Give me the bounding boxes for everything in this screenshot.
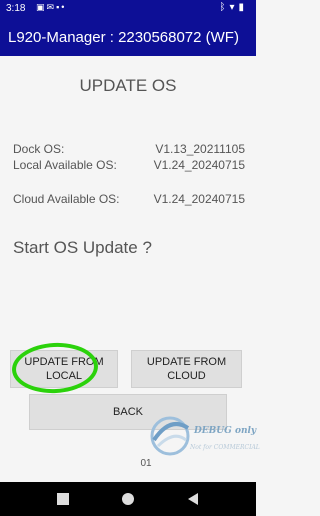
page-number: 01 xyxy=(140,458,152,469)
dock-os-row: Dock OS: V1.13_20211105 xyxy=(13,142,245,158)
system-icons: ᛒ▾▮ xyxy=(219,2,248,13)
page-title: UPDATE OS xyxy=(79,76,177,95)
watermark-text: DEBUG only xyxy=(194,426,257,436)
dock-os-value: V1.13_20211105 xyxy=(155,142,245,156)
dock-os-label: Dock OS: xyxy=(13,142,65,156)
status-bar: 3:18 ▣✉▪• ᛒ▾▮ xyxy=(0,0,256,20)
app-title: L920-Manager : 2230568072 (WF) xyxy=(8,29,239,46)
local-os-row: Local Available OS: V1.24_20240715 xyxy=(13,158,245,174)
notification-icons: ▣✉▪• xyxy=(36,2,66,13)
update-prompt: Start OS Update ? xyxy=(13,238,152,257)
mail-icon: ✉ xyxy=(46,2,57,12)
cloud-os-value: V1.24_20240715 xyxy=(153,192,245,206)
debug-watermark: DEBUG only Not for COMMERCIAL xyxy=(144,410,260,458)
update-from-cloud-button[interactable]: UPDATE FROM CLOUD xyxy=(131,350,242,388)
home-icon[interactable] xyxy=(121,492,135,506)
app-bar: L920-Manager : 2230568072 (WF) xyxy=(0,20,256,56)
bluetooth-icon: ᛒ xyxy=(219,2,230,13)
status-time: 3:18 xyxy=(6,3,26,14)
watermark-subtext: Not for COMMERCIAL xyxy=(190,444,260,451)
navigation-bar xyxy=(0,482,256,516)
local-os-label: Local Available OS: xyxy=(13,158,117,172)
back-nav-icon[interactable] xyxy=(186,492,200,506)
battery-icon: ▮ xyxy=(238,2,248,13)
update-from-cloud-label: UPDATE FROM CLOUD xyxy=(146,356,227,382)
cloud-os-label: Cloud Available OS: xyxy=(13,192,120,206)
dot-icon: • xyxy=(61,2,67,12)
photo-icon: ▣ xyxy=(36,2,47,12)
cloud-os-row: Cloud Available OS: V1.24_20240715 xyxy=(13,192,245,208)
debug-logo-icon xyxy=(150,416,190,456)
local-os-value: V1.24_20240715 xyxy=(153,158,245,172)
recents-icon[interactable] xyxy=(56,492,70,506)
